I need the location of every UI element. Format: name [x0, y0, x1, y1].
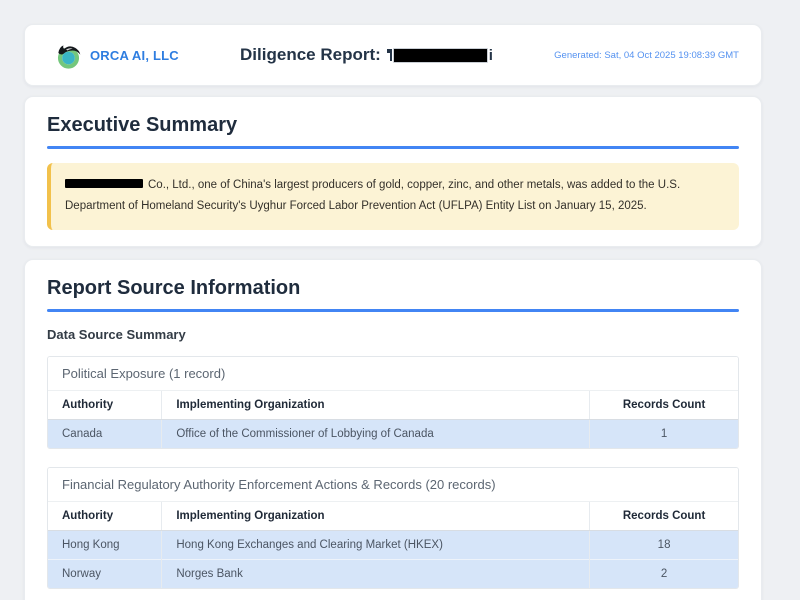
column-header-records-count: Records Count — [590, 391, 738, 420]
column-header-records-count: Records Count — [590, 502, 738, 531]
table-header-row: Authority Implementing Organization Reco… — [48, 502, 738, 531]
report-title-text: Diligence Report: — [240, 45, 381, 65]
column-header-authority: Authority — [48, 391, 162, 420]
generated-timestamp: Generated: Sat, 04 Oct 2025 19:08:39 GMT — [554, 50, 739, 61]
cell-records-count: 2 — [590, 559, 738, 588]
column-header-organization: Implementing Organization — [162, 502, 590, 531]
table-group-financial-regulatory: Financial Regulatory Authority Enforceme… — [47, 467, 739, 589]
report-title: Diligence Report: i — [240, 45, 493, 65]
brand: ORCA AI, LLC — [55, 42, 179, 69]
table-header-row: Authority Implementing Organization Reco… — [48, 391, 738, 420]
brand-name: ORCA AI, LLC — [90, 48, 179, 63]
executive-summary-highlight: Co., Ltd., one of China's largest produc… — [47, 163, 739, 230]
column-header-authority: Authority — [48, 502, 162, 531]
cell-records-count: 18 — [590, 530, 738, 559]
report-page: ORCA AI, LLC Diligence Report: i Generat… — [0, 0, 800, 600]
data-source-summary-heading: Data Source Summary — [47, 327, 739, 342]
table-caption: Financial Regulatory Authority Enforceme… — [48, 468, 738, 502]
table-caption: Political Exposure (1 record) — [48, 357, 738, 391]
redaction-bar-company-name — [65, 179, 143, 188]
table-row: Hong Kong Hong Kong Exchanges and Cleari… — [48, 530, 738, 559]
table-row: Canada Office of the Commissioner of Lob… — [48, 419, 738, 448]
cell-organization: Office of the Commissioner of Lobbying o… — [162, 419, 590, 448]
cell-authority: Norway — [48, 559, 162, 588]
cell-records-count: 1 — [590, 419, 738, 448]
cell-organization: Norges Bank — [162, 559, 590, 588]
cell-authority: Hong Kong — [48, 530, 162, 559]
report-header: ORCA AI, LLC Diligence Report: i Generat… — [24, 24, 762, 86]
financial-regulatory-table: Authority Implementing Organization Reco… — [48, 502, 738, 588]
redaction-bar-entity-name — [393, 48, 488, 63]
executive-summary-text: Co., Ltd., one of China's largest produc… — [65, 179, 680, 212]
table-row: Norway Norges Bank 2 — [48, 559, 738, 588]
cell-authority: Canada — [48, 419, 162, 448]
executive-summary-section: Executive Summary Co., Ltd., one of Chin… — [24, 96, 762, 247]
table-group-political-exposure: Political Exposure (1 record) Authority … — [47, 356, 739, 449]
report-source-title: Report Source Information — [47, 276, 739, 300]
executive-summary-title: Executive Summary — [47, 113, 739, 137]
redacted-partial-character — [387, 49, 392, 61]
political-exposure-table: Authority Implementing Organization Reco… — [48, 391, 738, 448]
orca-logo-icon — [55, 42, 82, 69]
report-title-suffix: i — [489, 47, 493, 64]
column-header-organization: Implementing Organization — [162, 391, 590, 420]
section-underline — [47, 309, 739, 312]
report-source-section: Report Source Information Data Source Su… — [24, 259, 762, 600]
cell-organization: Hong Kong Exchanges and Clearing Market … — [162, 530, 590, 559]
section-underline — [47, 146, 739, 149]
